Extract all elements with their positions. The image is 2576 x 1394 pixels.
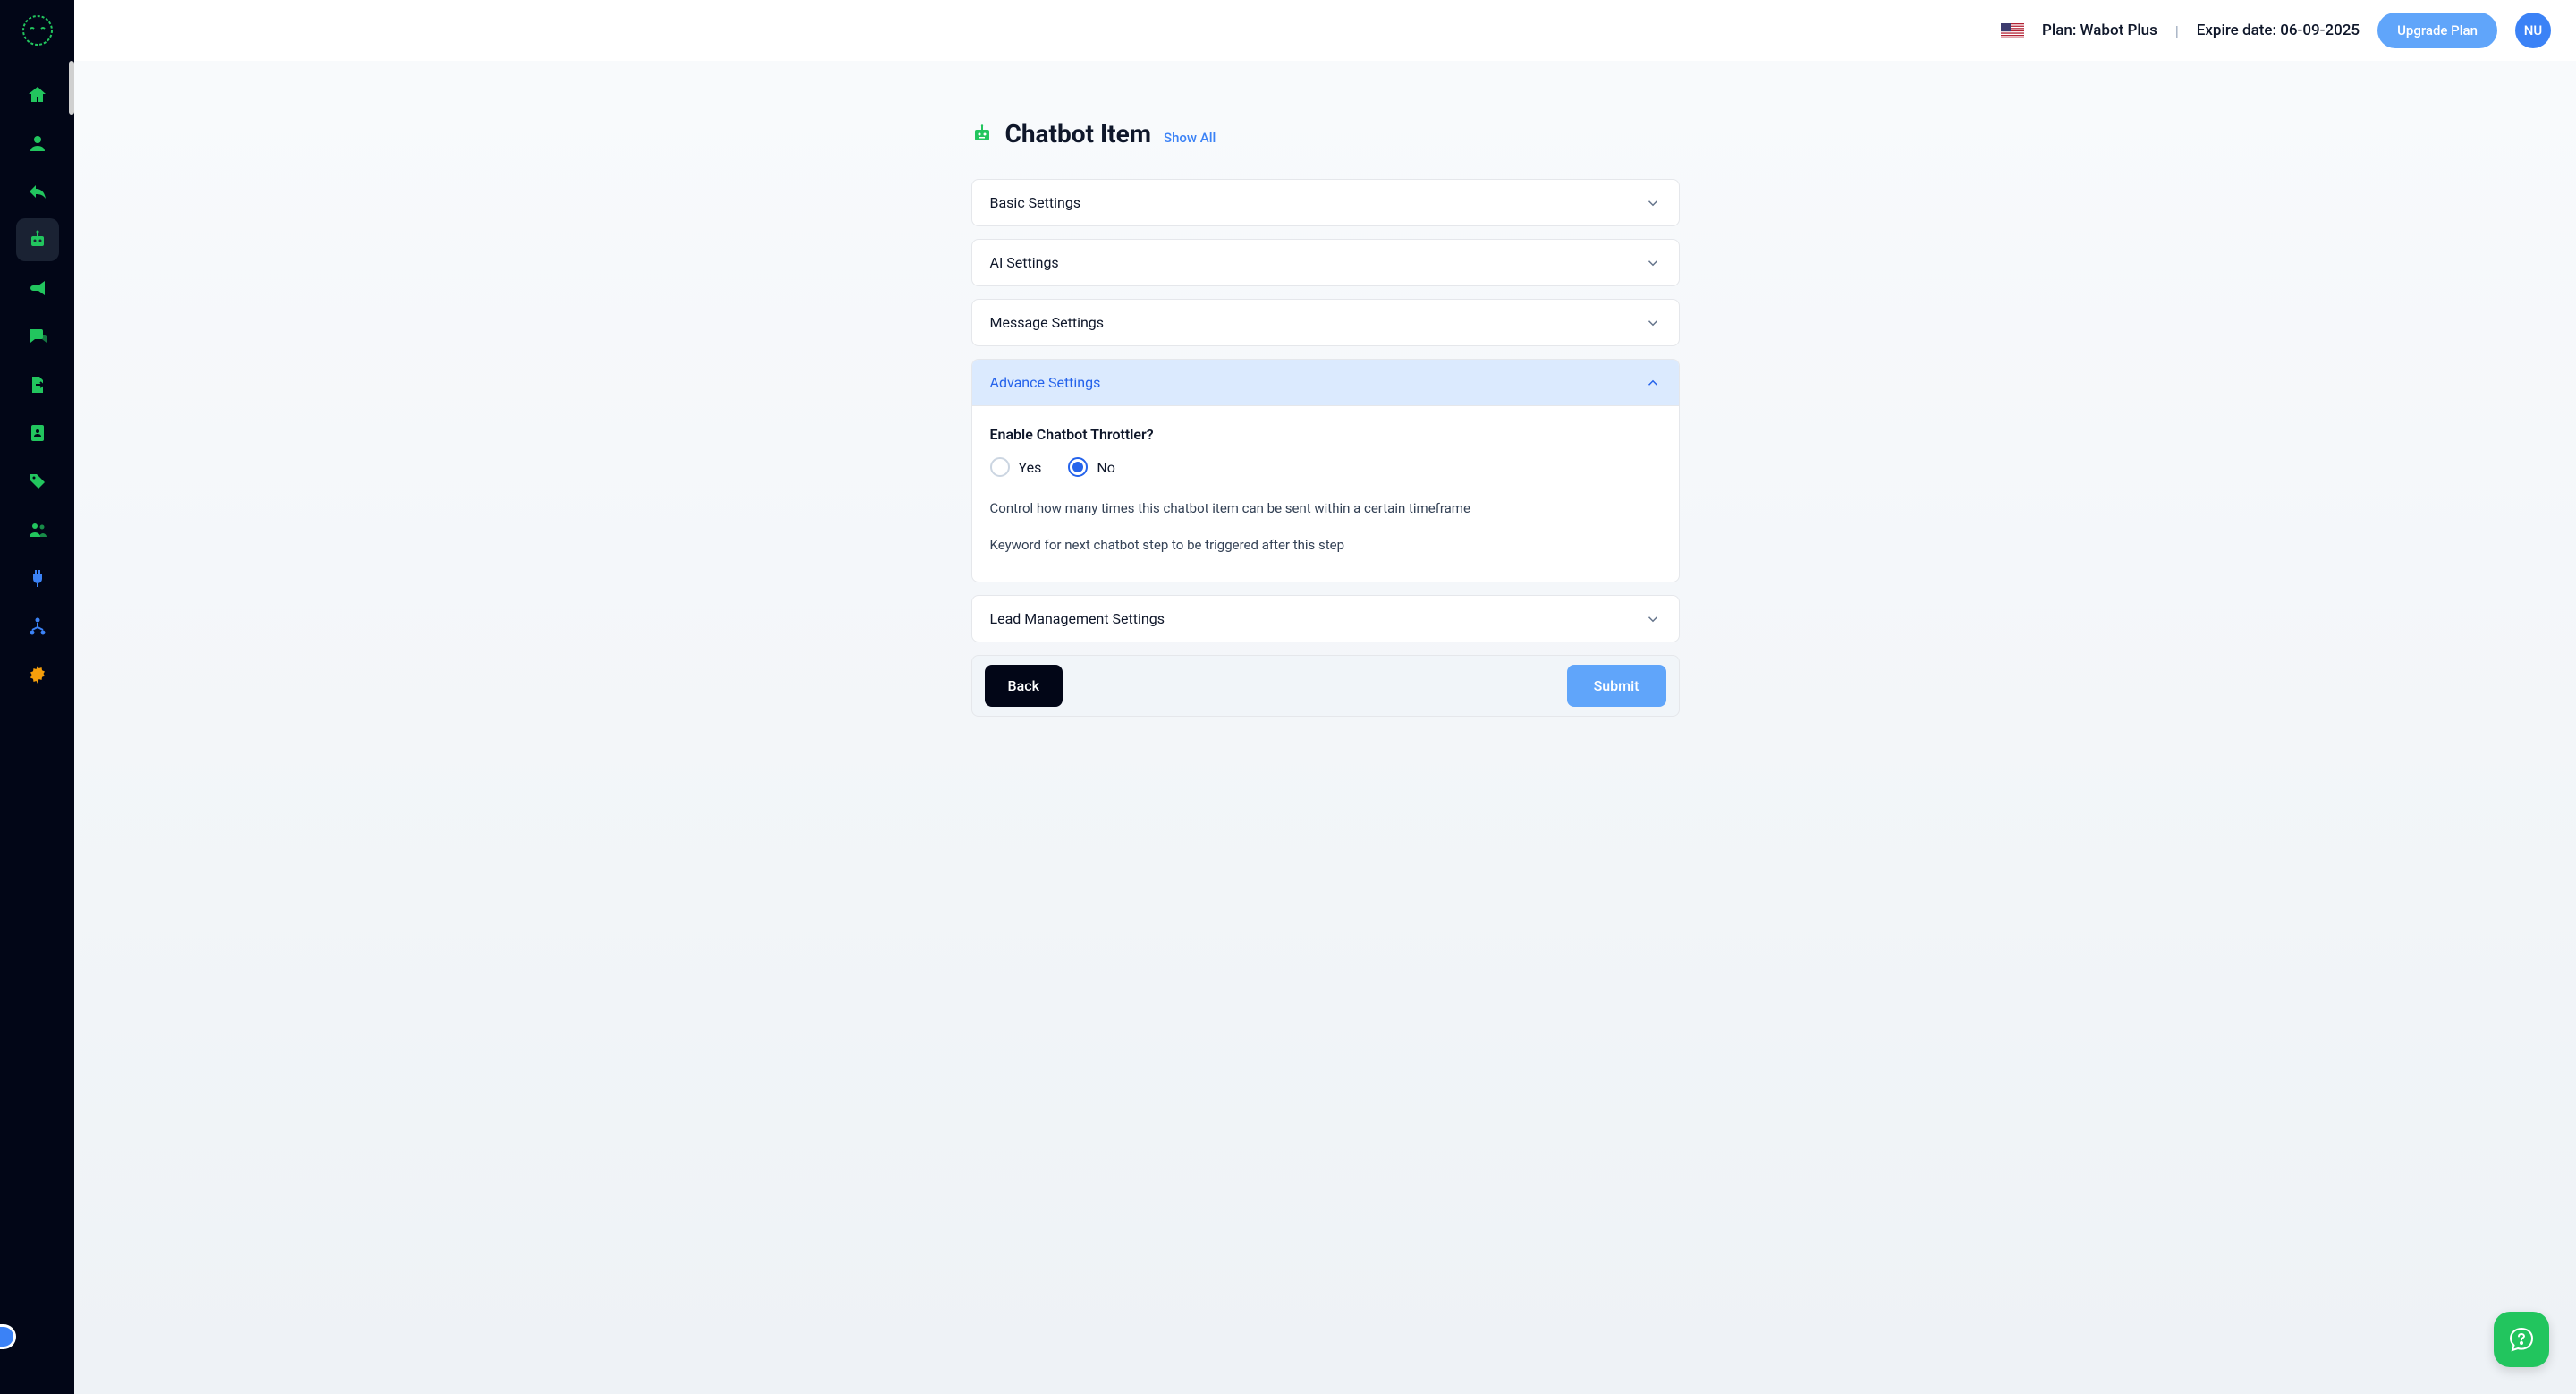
sidebar-item-campaign[interactable]: [16, 267, 59, 310]
main-wrapper: Plan: Wabot Plus | Expire date: 06-09-20…: [74, 0, 2576, 1394]
accordion-basic-settings: Basic Settings: [971, 179, 1680, 226]
show-all-link[interactable]: Show All: [1164, 130, 1216, 146]
throttler-radio-group: Yes No: [990, 457, 1661, 477]
bullhorn-icon: [27, 277, 48, 299]
sidebar-item-export[interactable]: [16, 363, 59, 406]
gear-icon: [27, 664, 48, 685]
us-flag-icon: [2001, 23, 2024, 38]
radio-circle-selected: [1068, 457, 1088, 477]
form-footer: Back Submit: [971, 655, 1680, 717]
app-logo[interactable]: [20, 13, 55, 48]
reply-icon: [27, 181, 48, 202]
throttler-help-text: Control how many times this chatbot item…: [990, 498, 1661, 519]
chevron-up-icon: [1645, 375, 1661, 391]
sidebar-item-settings[interactable]: [16, 653, 59, 696]
keyword-help-text: Keyword for next chatbot step to be trig…: [990, 535, 1661, 556]
chevron-down-icon: [1645, 611, 1661, 627]
page-title: Chatbot Item: [1005, 119, 1152, 149]
accordion-ai-settings: AI Settings: [971, 239, 1680, 286]
user-icon: [27, 132, 48, 154]
plug-icon: [27, 567, 48, 589]
sidebar-item-chat[interactable]: [16, 315, 59, 358]
sidebar-item-reply[interactable]: [16, 170, 59, 213]
users-icon: [27, 519, 48, 540]
plan-label: Plan: Wabot Plus: [2042, 21, 2157, 39]
radio-label-yes: Yes: [1019, 459, 1042, 476]
radio-option-yes[interactable]: Yes: [990, 457, 1042, 477]
accordion-lead-management: Lead Management Settings: [971, 595, 1680, 642]
upgrade-plan-button[interactable]: Upgrade Plan: [2377, 13, 2497, 48]
sitemap-icon: [27, 616, 48, 637]
header: Plan: Wabot Plus | Expire date: 06-09-20…: [74, 0, 2576, 61]
accordion-header-basic[interactable]: Basic Settings: [972, 180, 1679, 225]
back-button[interactable]: Back: [985, 665, 1063, 707]
accordion-header-message[interactable]: Message Settings: [972, 300, 1679, 345]
sidebar-item-flow[interactable]: [16, 605, 59, 648]
sidebar-item-contacts[interactable]: [16, 412, 59, 455]
sidebar-item-home[interactable]: [16, 73, 59, 116]
expire-label: Expire date: 06-09-2025: [2197, 21, 2360, 39]
accordion-body-advance: Enable Chatbot Throttler? Yes No Control…: [972, 405, 1679, 582]
accordion-message-settings: Message Settings: [971, 299, 1680, 346]
sidebar: [0, 0, 74, 1394]
user-avatar[interactable]: NU: [2515, 13, 2551, 48]
throttler-label: Enable Chatbot Throttler?: [990, 426, 1661, 443]
sidebar-item-tags[interactable]: [16, 460, 59, 503]
tags-icon: [27, 471, 48, 492]
accordion-header-advance[interactable]: Advance Settings: [972, 360, 1679, 405]
accordion-title: AI Settings: [990, 254, 1059, 271]
chevron-down-icon: [1645, 315, 1661, 331]
comments-icon: [27, 326, 48, 347]
accordion-header-lead[interactable]: Lead Management Settings: [972, 596, 1679, 642]
chevron-down-icon: [1645, 195, 1661, 211]
home-icon: [27, 84, 48, 106]
pipe-divider: |: [2175, 22, 2179, 39]
content-area: Chatbot Item Show All Basic Settings AI …: [74, 61, 2576, 1394]
robot-icon: [27, 229, 48, 251]
radio-circle: [990, 457, 1010, 477]
sidebar-item-chatbot[interactable]: [16, 218, 59, 261]
locale-flag-us[interactable]: [2001, 23, 2024, 38]
radio-label-no: No: [1097, 459, 1115, 476]
export-icon: [27, 374, 48, 395]
chatbot-title-icon: [971, 123, 993, 145]
sidebar-item-integrations[interactable]: [16, 557, 59, 599]
page-title-row: Chatbot Item Show All: [971, 119, 1680, 149]
sidebar-item-user[interactable]: [16, 122, 59, 165]
accordion-title: Lead Management Settings: [990, 610, 1165, 627]
sidebar-scrollbar[interactable]: [69, 61, 74, 115]
radio-option-no[interactable]: No: [1068, 457, 1115, 477]
chat-help-icon: [2507, 1325, 2536, 1354]
accordion-title: Basic Settings: [990, 194, 1081, 211]
help-chat-fab[interactable]: [2494, 1312, 2549, 1367]
submit-button[interactable]: Submit: [1567, 665, 1666, 707]
address-book-icon: [27, 422, 48, 444]
accordion-advance-settings: Advance Settings Enable Chatbot Throttle…: [971, 359, 1680, 582]
accordion-header-ai[interactable]: AI Settings: [972, 240, 1679, 285]
chevron-down-icon: [1645, 255, 1661, 271]
accordion-title: Message Settings: [990, 314, 1105, 331]
sidebar-item-team[interactable]: [16, 508, 59, 551]
accordion-title: Advance Settings: [990, 374, 1101, 391]
